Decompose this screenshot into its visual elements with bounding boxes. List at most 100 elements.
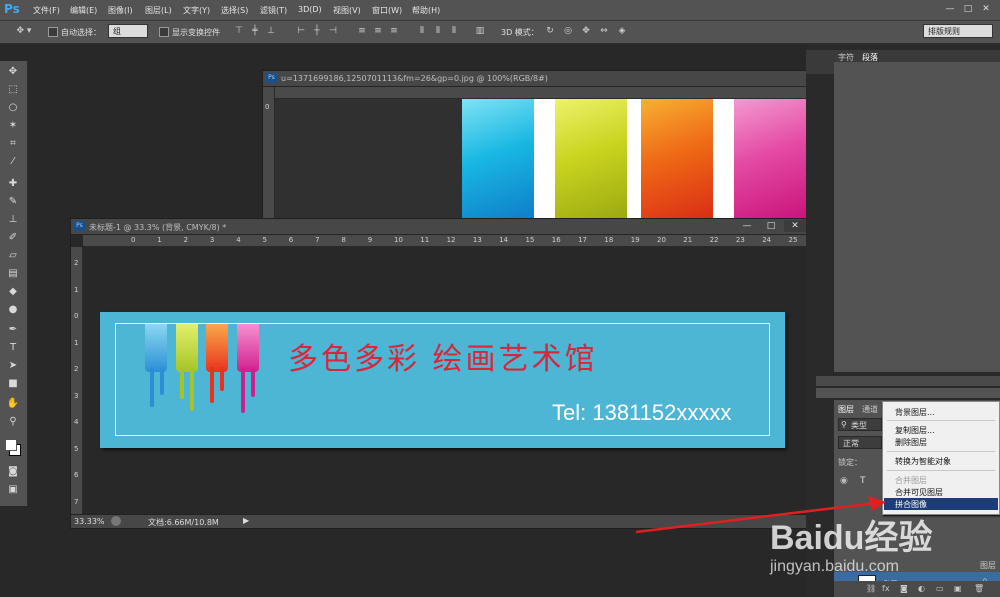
3d-slide-icon[interactable]: ⇔ [598, 26, 610, 37]
ruler-number: 4 [74, 418, 79, 426]
pen-tool-icon[interactable]: ✒ [5, 323, 21, 337]
eyedropper-tool-icon[interactable]: ⁄ [5, 155, 21, 169]
auto-select-dropdown[interactable]: 组 [108, 24, 148, 38]
status-info-icon[interactable] [111, 516, 121, 526]
menu-file[interactable]: 文件(F) [33, 5, 60, 16]
dodge-tool-icon[interactable]: ● [5, 303, 21, 317]
menu-item-merge-visible[interactable]: 合并可见图层 [895, 487, 943, 498]
distribute-left-icon[interactable]: ⦀ [416, 26, 428, 37]
horizontal-ruler-photo [275, 87, 811, 99]
filter-label: 类型 [851, 421, 867, 430]
close-button[interactable]: ✕ [980, 3, 992, 15]
menu-3d[interactable]: 3D(D) [298, 5, 322, 14]
menu-layer[interactable]: 图层(L) [145, 5, 172, 16]
menu-item-flatten-highlight[interactable]: 拼合图像 [884, 498, 998, 510]
ruler-number: 7 [74, 497, 79, 506]
show-transform-checkbox[interactable] [159, 27, 169, 37]
distribute-bottom-icon[interactable]: ≡ [388, 26, 400, 37]
blur-tool-icon[interactable]: ◆ [5, 285, 21, 299]
path-select-tool-icon[interactable]: ➤ [5, 359, 21, 373]
align-vcenter-icon[interactable]: ╪ [249, 26, 261, 37]
hand-tool-icon[interactable]: ✋ [5, 397, 21, 411]
tab-layers[interactable]: 图层 [838, 404, 854, 415]
type-tool-icon[interactable]: T [5, 341, 21, 355]
crop-tool-icon[interactable]: ⌗ [5, 137, 21, 151]
layer-actions-row [816, 388, 1000, 398]
stamp-tool-icon[interactable]: ⊥ [5, 213, 21, 227]
menu-type[interactable]: 文字(Y) [183, 5, 210, 16]
menu-item-merge-layers: 合并图层 [895, 476, 927, 485]
layer-filter-dropdown[interactable]: ⚲ 类型 [838, 418, 882, 431]
doc-titlebar-banner[interactable]: Ps 未标题-1 @ 33.3% (背景, CMYK/8) * — □ ✕ [71, 219, 814, 235]
lasso-tool-icon[interactable]: ○ [5, 101, 21, 115]
ruler-number: 5 [74, 444, 79, 453]
align-right-icon[interactable]: ⊣ [327, 26, 339, 37]
menu-item-background-layer[interactable]: 背景图层... [895, 407, 935, 418]
distribute-top-icon[interactable]: ≡ [356, 26, 368, 37]
3d-rotate-icon[interactable]: ↻ [544, 26, 556, 37]
history-brush-tool-icon[interactable]: ✐ [5, 231, 21, 245]
quick-mask-icon[interactable]: ◙ [5, 465, 21, 479]
move-tool-preset-icon[interactable]: ✥ ▾ [10, 26, 38, 37]
doc-maximize-banner-button[interactable]: □ [760, 220, 782, 232]
menu-item-duplicate-layer[interactable]: 复制图层... [895, 425, 935, 436]
gradient-tool-icon[interactable]: ▤ [5, 267, 21, 281]
move-tool-icon[interactable]: ✥ [5, 65, 21, 79]
menu-item-convert-smart-object[interactable]: 转换为智能对象 [895, 456, 951, 467]
maximize-button[interactable]: □ [962, 3, 974, 15]
marquee-tool-icon[interactable]: ⬚ [5, 83, 21, 97]
auto-align-icon[interactable]: ▥ [474, 26, 486, 37]
workspace-dropdown[interactable]: 排版规则 [923, 24, 993, 38]
distribute-right-icon[interactable]: ⦀ [448, 26, 460, 37]
background-color-swatch[interactable] [5, 439, 17, 451]
align-bottom-icon[interactable]: ⊥ [265, 26, 277, 37]
menu-edit[interactable]: 编辑(E) [70, 5, 97, 16]
menu-window[interactable]: 窗口(W) [372, 5, 402, 16]
visibility-eye-icon[interactable]: ◉ [840, 476, 848, 486]
magic-wand-tool-icon[interactable]: ✶ [5, 119, 21, 133]
distribute-vcenter-icon[interactable]: ≡ [372, 26, 384, 37]
3d-roll-icon[interactable]: ◎ [562, 26, 574, 37]
ruler-number: 0 [131, 236, 136, 244]
ps-doc-icon: Ps [266, 73, 277, 83]
zoom-tool-icon[interactable]: ⚲ [5, 415, 21, 429]
blend-mode-dropdown[interactable]: 正常 [838, 436, 882, 449]
eraser-tool-icon[interactable]: ▱ [5, 249, 21, 263]
align-left-icon[interactable]: ⊢ [295, 26, 307, 37]
search-icon: ⚲ [841, 420, 847, 429]
doc-titlebar-photo[interactable]: Ps u=1371699186,1250701113&fm=26&gp=0.jp… [263, 71, 811, 87]
menu-separator [887, 451, 995, 452]
menu-view[interactable]: 视图(V) [333, 5, 361, 16]
banner-canvas: 多色多彩 绘画艺术馆 Tel: 1381152xxxxx [100, 312, 785, 448]
shape-tool-icon[interactable]: ■ [5, 377, 21, 391]
ruler-number: 3 [209, 236, 215, 244]
menu-help[interactable]: 帮助(H) [412, 5, 440, 16]
zoom-level[interactable]: 33.33% [74, 517, 105, 526]
brush-tool-icon[interactable]: ✎ [5, 195, 21, 209]
ruler-number: 20 [657, 236, 666, 244]
align-hcenter-icon[interactable]: ┼ [311, 26, 323, 37]
photoshop-logo: Ps [4, 2, 20, 16]
doc-minimize-banner-button[interactable]: — [736, 220, 758, 232]
ruler-number: 1 [157, 236, 162, 244]
doc-close-banner-button[interactable]: ✕ [784, 220, 806, 232]
3d-pan-icon[interactable]: ✥ [580, 26, 592, 37]
menu-item-delete-layer[interactable]: 删除图层 [895, 437, 927, 448]
ruler-number: 25 [788, 236, 798, 244]
3d-scale-icon[interactable]: ◈ [616, 26, 628, 37]
distribute-hcenter-icon[interactable]: ⦀ [432, 26, 444, 37]
align-top-icon[interactable]: ⊤ [233, 26, 245, 37]
drip-green-stream [180, 367, 184, 399]
auto-select-checkbox[interactable] [48, 27, 58, 37]
status-menu-arrow-icon[interactable]: ▶ [243, 516, 249, 525]
screen-mode-icon[interactable]: ▣ [5, 483, 21, 497]
menu-select[interactable]: 选择(S) [221, 5, 248, 16]
lock-label: 锁定： [838, 458, 862, 467]
healing-tool-icon[interactable]: ✚ [5, 177, 21, 191]
minimize-button[interactable]: — [944, 3, 956, 15]
ruler-number: 1 [74, 285, 79, 294]
panel-collapsed-icons[interactable] [806, 50, 834, 74]
menu-filter[interactable]: 滤镜(T) [260, 5, 287, 16]
menu-image[interactable]: 图像(I) [108, 5, 133, 16]
tab-channels[interactable]: 通道 [862, 404, 878, 415]
